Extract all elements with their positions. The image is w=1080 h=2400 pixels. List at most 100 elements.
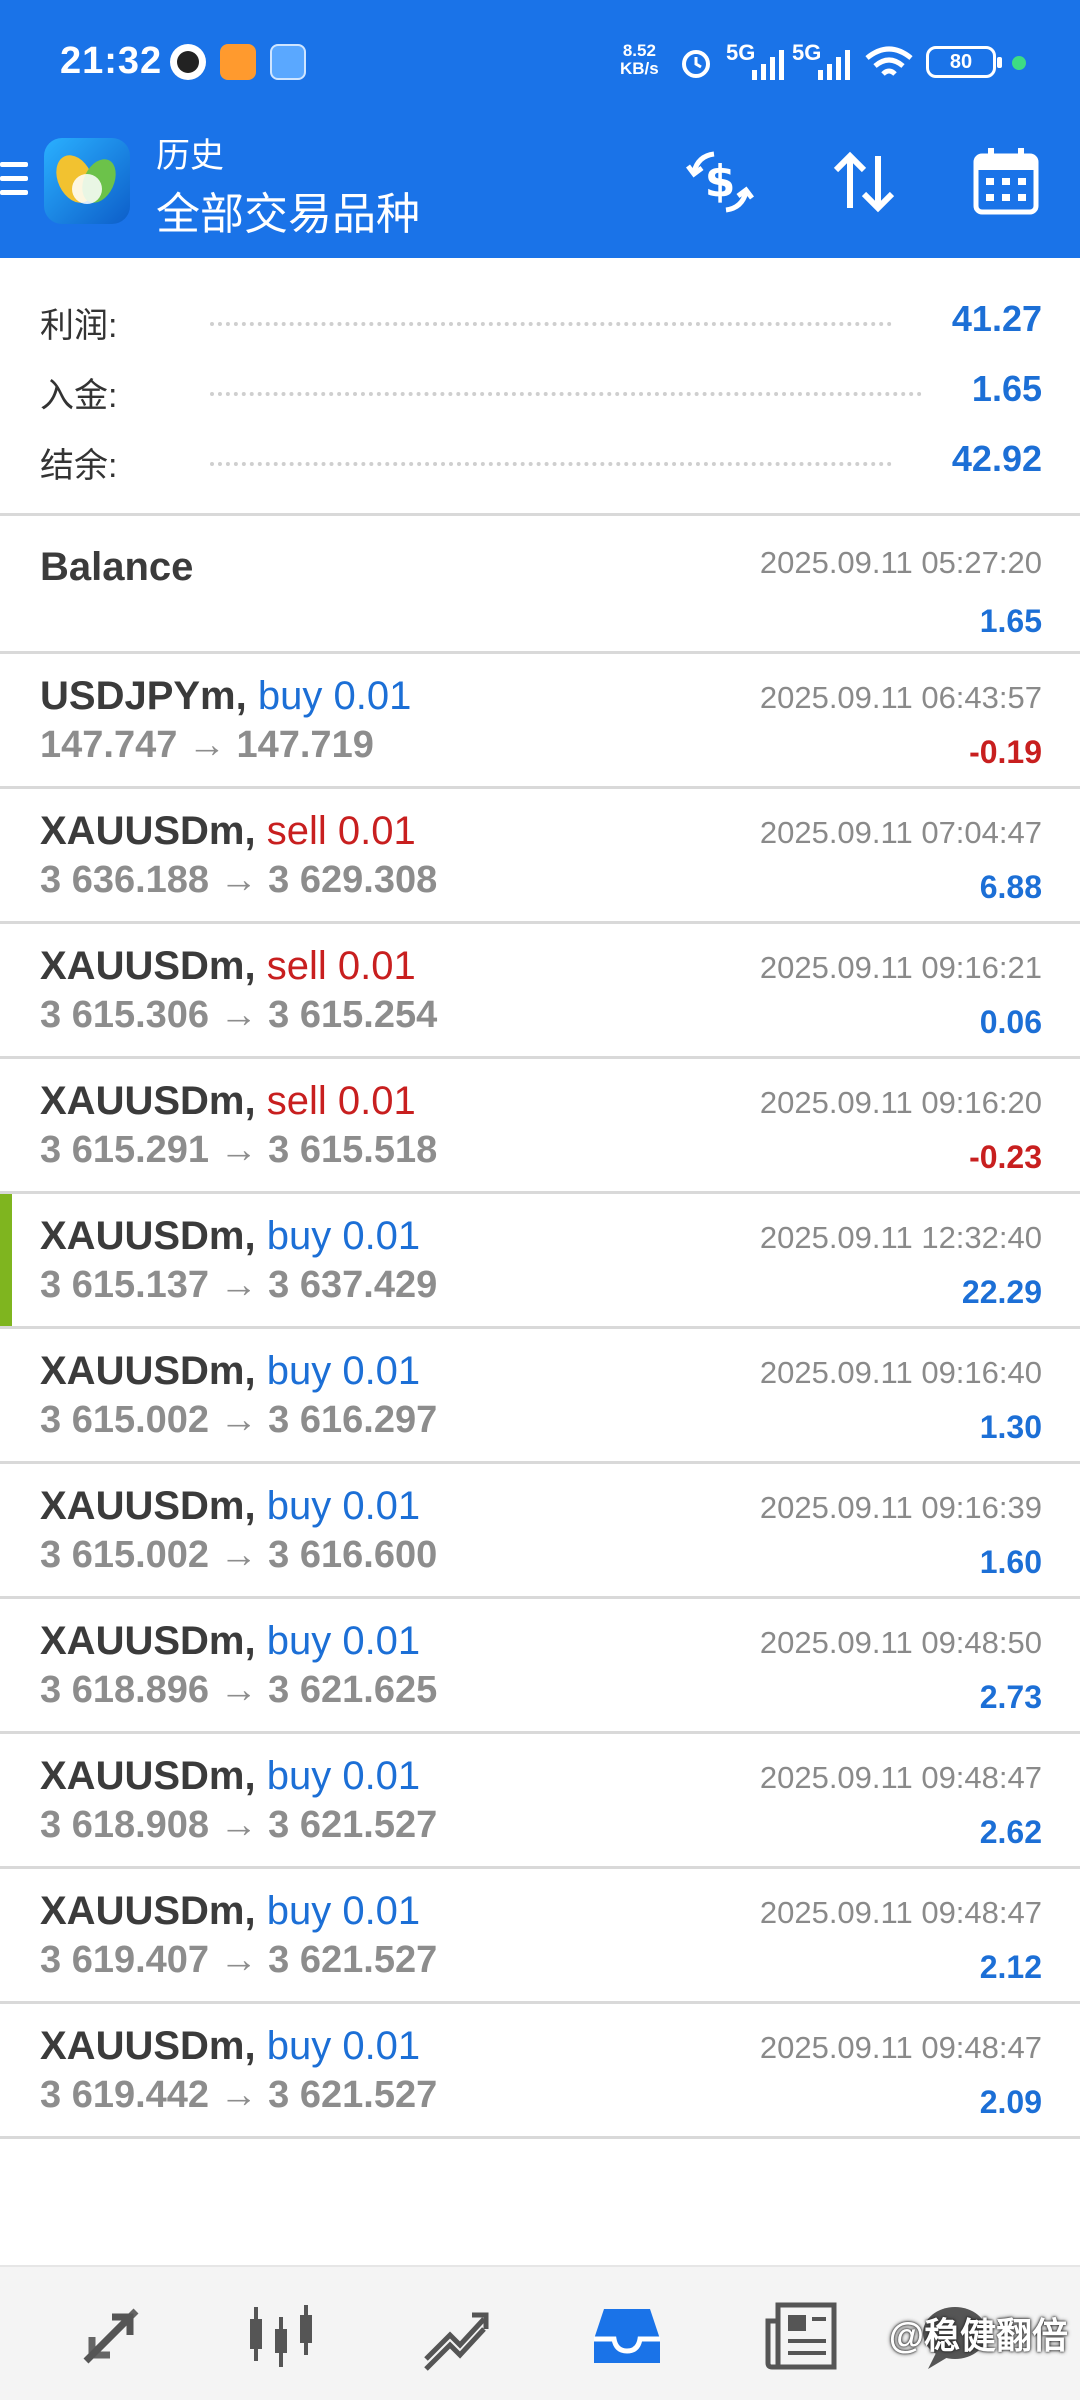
deal-profit: 2.73	[979, 1679, 1042, 1715]
deposit-value: 1.65	[971, 368, 1042, 409]
deal-row[interactable]: XAUUSDm, buy 0.01 3 619.442 → 3 621.527 20…	[0, 2004, 1080, 2139]
dotted-leader	[210, 462, 892, 466]
deal-time: 2025.09.11 09:16:21	[759, 950, 1042, 985]
deal-profit: 1.30	[979, 1409, 1042, 1445]
deal-time: 2025.09.11 06:43:57	[759, 680, 1042, 715]
deal-time: 2025.09.11 09:48:47	[759, 1895, 1042, 1930]
deal-time: 2025.09.11 12:32:40	[759, 1220, 1042, 1255]
network-speed: 8.52 KB/s	[620, 42, 659, 78]
deal-prices: 3 618.896 → 3 621.625	[40, 1669, 438, 1711]
history-icon	[594, 2309, 660, 2363]
deal-symbol: XAUUSDm,	[40, 1619, 256, 1663]
deal-symbol-line: XAUUSDm, sell 0.01	[40, 1079, 416, 1124]
dotted-leader	[210, 322, 892, 326]
alarm-icon	[682, 50, 710, 78]
clock-app-icon	[170, 44, 206, 80]
deal-direction: buy 0.01	[266, 1214, 421, 1258]
deal-row[interactable]: XAUUSDm, buy 0.01 3 615.002 → 3 616.297 20…	[0, 1329, 1080, 1464]
deal-time: 2025.09.11 09:16:39	[759, 1490, 1042, 1525]
deal-direction: buy 0.01	[266, 1754, 421, 1798]
deal-direction: sell 0.01	[266, 944, 416, 988]
deal-profit: -0.19	[969, 734, 1042, 770]
deal-profit: 1.65	[979, 603, 1042, 639]
chart-icon	[250, 2305, 312, 2367]
deal-row[interactable]: USDJPYm, buy 0.01 147.747 → 147.719 2025.0…	[0, 654, 1080, 789]
nav-history[interactable]	[588, 2297, 666, 2375]
nav-news[interactable]	[762, 2297, 840, 2375]
deal-row[interactable]: XAUUSDm, buy 0.01 3 615.137 → 3 637.429 20…	[0, 1194, 1080, 1329]
signal-2-label: 5G	[792, 40, 822, 65]
deal-profit: 2.62	[979, 1814, 1042, 1850]
deal-prices: 3 615.291 → 3 615.518	[40, 1129, 438, 1171]
dotted-leader	[210, 392, 922, 396]
deal-direction: sell 0.01	[266, 809, 416, 853]
balance-operation-row[interactable]: Balance 2025.09.11 05:27:20 1.65	[0, 519, 1080, 654]
deal-profit: 1.60	[979, 1544, 1042, 1580]
deal-row[interactable]: XAUUSDm, buy 0.01 3 618.896 → 3 621.625 20…	[0, 1599, 1080, 1734]
deal-symbol: XAUUSDm,	[40, 809, 256, 853]
deposit-row: 入金: 1.65	[40, 368, 1042, 418]
watermark: @稳健翻倍	[888, 2315, 1068, 2356]
menu-icon[interactable]	[0, 162, 28, 200]
deal-row[interactable]: XAUUSDm, sell 0.01 3 615.306 → 3 615.254 2…	[0, 924, 1080, 1059]
status-bar: 21:32 8.52 KB/s 5G 5G 80	[0, 0, 1080, 126]
battery-indicator: 80	[926, 46, 1002, 78]
deal-direction: buy 0.01	[266, 1619, 421, 1663]
metatrader-logo	[44, 138, 130, 224]
deal-row[interactable]: XAUUSDm, buy 0.01 3 618.908 → 3 621.527 20…	[0, 1734, 1080, 1869]
quotes-icon	[83, 2308, 139, 2364]
deal-time: 2025.09.11 05:27:20	[759, 545, 1042, 580]
deal-row[interactable]: XAUUSDm, buy 0.01 3 615.002 → 3 616.600 20…	[0, 1464, 1080, 1599]
profit-value: 41.27	[951, 298, 1042, 339]
signal-1-label: 5G	[726, 40, 756, 65]
deal-row[interactable]: XAUUSDm, sell 0.01 3 615.291 → 3 615.518 2…	[0, 1059, 1080, 1194]
nav-quotes[interactable]	[72, 2297, 150, 2375]
balance-value: 42.92	[951, 438, 1042, 479]
deal-symbol-line: XAUUSDm, buy 0.01	[40, 2024, 420, 2069]
deal-symbol: XAUUSDm,	[40, 944, 256, 988]
network-speed-unit: KB/s	[620, 59, 659, 78]
deal-symbol-line: XAUUSDm, buy 0.01	[40, 1754, 420, 1799]
deal-direction: buy 0.01	[266, 2024, 421, 2068]
deal-profit: 22.29	[961, 1274, 1042, 1310]
sort-button[interactable]	[824, 142, 904, 222]
deal-direction: buy 0.01	[266, 1349, 421, 1393]
nav-trade[interactable]	[416, 2297, 494, 2375]
deal-prices: 147.747 → 147.719	[40, 724, 374, 766]
nav-chart[interactable]	[242, 2297, 320, 2375]
deal-row[interactable]: XAUUSDm, buy 0.01 3 619.407 → 3 621.527 20…	[0, 1869, 1080, 2004]
deal-symbol: XAUUSDm,	[40, 1754, 256, 1798]
balance-label: 结余:	[40, 447, 118, 485]
deal-time: 2025.09.11 09:16:40	[759, 1355, 1042, 1390]
news-icon	[765, 2302, 837, 2370]
symbol-filter-title[interactable]: 全部交易品种	[156, 178, 420, 242]
page-subtitle: 历史	[156, 137, 224, 175]
deposit-filter-button[interactable]: $	[680, 142, 760, 222]
calendar-icon	[973, 148, 1039, 215]
deal-row[interactable]: XAUUSDm, sell 0.01 3 636.188 → 3 629.308 2…	[0, 789, 1080, 924]
deal-symbol-line: XAUUSDm, sell 0.01	[40, 944, 416, 989]
profit-row: 利润: 41.27	[40, 298, 1042, 348]
svg-text:$: $	[705, 156, 736, 207]
deal-prices: 3 619.407 → 3 621.527	[40, 1939, 438, 1981]
wifi-icon	[865, 46, 913, 76]
deal-time: 2025.09.11 09:16:20	[759, 1085, 1042, 1120]
deal-direction: buy 0.01	[266, 1484, 421, 1528]
deal-symbol: XAUUSDm,	[40, 1484, 256, 1528]
deal-symbol-line: XAUUSDm, buy 0.01	[40, 1349, 420, 1394]
deal-profit: 6.88	[979, 869, 1042, 905]
deal-symbol: XAUUSDm,	[40, 1214, 256, 1258]
sort-arrows-icon	[833, 151, 895, 213]
deal-time: 2025.09.11 07:04:47	[759, 815, 1042, 850]
deal-prices: 3 619.442 → 3 621.527	[40, 2074, 438, 2116]
deal-symbol: XAUUSDm,	[40, 1079, 256, 1123]
dollar-cycle-icon: $	[686, 151, 754, 213]
period-button[interactable]	[966, 142, 1046, 222]
deal-profit: 2.12	[979, 1949, 1042, 1985]
deal-symbol: USDJPYm,	[40, 674, 247, 718]
notification-app-icon	[220, 44, 256, 80]
deal-symbol-line: USDJPYm, buy 0.01	[40, 674, 411, 719]
deal-time: 2025.09.11 09:48:47	[759, 1760, 1042, 1795]
history-summary: 利润: 41.27 入金: 1.65 结余: 42.92	[0, 258, 1080, 516]
deal-time: 2025.09.11 09:48:50	[759, 1625, 1042, 1660]
